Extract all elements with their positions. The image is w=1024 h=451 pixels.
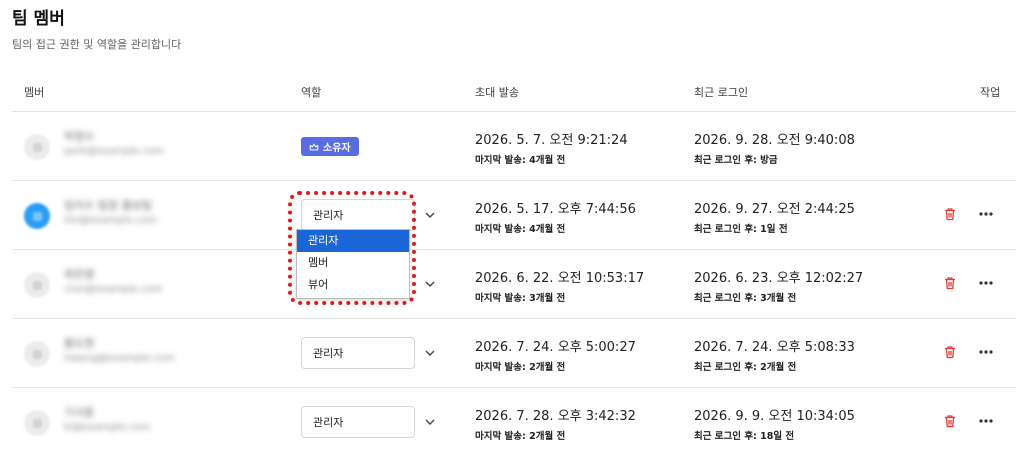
table-row: 박정수 park@example.com 소유자 2026. 5. 7. 오전 … (12, 112, 1016, 181)
page-title: 팀 멤버 (12, 9, 65, 29)
column-actions: 작업 (980, 86, 1001, 99)
role-select-value: 관리자 (313, 209, 344, 222)
login-date: 2026. 6. 23. 오후 12:02:27 (694, 271, 864, 286)
column-member: 멤버 (24, 86, 45, 99)
chevron-down-icon[interactable] (422, 207, 438, 223)
chevron-down-icon[interactable] (422, 345, 438, 361)
invite-date: 2026. 7. 28. 오후 3:42:32 (475, 409, 636, 424)
member-name: 황도현 (64, 337, 95, 350)
invite-last-sent: 마지막 발송: 3개월 전 (475, 293, 566, 304)
avatar (24, 272, 50, 298)
member-email: park@example.com (64, 146, 164, 157)
login-relative: 최근 로그인 후: 2개월 전 (694, 362, 797, 373)
invite-last-sent: 마지막 발송: 2개월 전 (475, 431, 566, 442)
table-row: 황도현 hwang@example.com 관리자 2026. 7. 24. 오… (12, 319, 1016, 388)
invite-date: 2026. 7. 24. 오후 5:00:27 (475, 340, 636, 355)
member-email: hwang@example.com (64, 353, 175, 364)
invite-last-sent: 마지막 발송: 4개월 전 (475, 224, 566, 235)
table-row: 기서윤 ki@example.com 관리자 2026. 7. 28. 오후 3… (12, 388, 1016, 451)
trash-icon[interactable] (942, 206, 958, 222)
more-horizontal-icon[interactable] (976, 205, 996, 223)
login-relative: 최근 로그인 후: 1일 전 (694, 224, 788, 235)
invite-date: 2026. 6. 22. 오전 10:53:17 (475, 271, 645, 286)
owner-badge-label: 소유자 (323, 143, 351, 154)
avatar (24, 410, 50, 436)
login-date: 2026. 9. 27. 오전 2:44:25 (694, 202, 855, 217)
member-email: ki@example.com (64, 422, 151, 433)
trash-icon[interactable] (942, 344, 958, 360)
member-email: lim@example.com (64, 215, 157, 226)
avatar (24, 203, 50, 229)
member-email: choi@example.com (64, 284, 163, 295)
member-name: 최은영 (64, 268, 95, 281)
page-subtitle: 팀의 접근 권한 및 역할을 관리합니다 (12, 38, 182, 51)
more-horizontal-icon[interactable] (976, 343, 996, 361)
role-select[interactable]: 관리자 (301, 199, 415, 231)
dropdown-option-admin[interactable]: 관리자 (297, 230, 409, 252)
crown-icon (309, 143, 319, 150)
member-name: 임지수 팀장 홍보팀 (64, 199, 152, 212)
chevron-down-icon[interactable] (422, 276, 438, 292)
login-date: 2026. 9. 28. 오전 9:40:08 (694, 133, 855, 148)
trash-icon[interactable] (942, 275, 958, 291)
chevron-down-icon[interactable] (422, 414, 438, 430)
login-relative: 최근 로그인 후: 18일 전 (694, 431, 795, 442)
login-date: 2026. 9. 9. 오전 10:34:05 (694, 409, 855, 424)
page-header: 팀 멤버 팀의 접근 권한 및 역할을 관리합니다 (12, 8, 181, 52)
role-dropdown-menu: 관리자 멤버 뷰어 (296, 229, 410, 299)
more-horizontal-icon[interactable] (976, 412, 996, 430)
member-name: 기서윤 (64, 406, 95, 419)
role-select-value: 관리자 (313, 347, 344, 360)
invite-date: 2026. 5. 7. 오전 9:21:24 (475, 133, 628, 148)
trash-icon[interactable] (942, 413, 958, 429)
invite-date: 2026. 5. 17. 오후 7:44:56 (475, 202, 636, 217)
more-horizontal-icon[interactable] (976, 274, 996, 292)
member-name: 박정수 (64, 130, 95, 143)
dropdown-option-member[interactable]: 멤버 (297, 252, 409, 274)
owner-badge: 소유자 (301, 137, 359, 156)
table-row: 임지수 팀장 홍보팀 lim@example.com 관리자 2026. 5. … (12, 181, 1016, 250)
invite-last-sent: 마지막 발송: 4개월 전 (475, 155, 566, 166)
avatar (24, 134, 50, 160)
role-select[interactable]: 관리자 (301, 406, 415, 438)
login-relative: 최근 로그인 후: 방금 (694, 155, 778, 166)
role-select-value: 관리자 (313, 416, 344, 429)
login-date: 2026. 7. 24. 오후 5:08:33 (694, 340, 855, 355)
table-row: 최은영 choi@example.com 2026. 6. 22. 오전 10:… (12, 250, 1016, 319)
avatar (24, 341, 50, 367)
role-select[interactable]: 관리자 (301, 337, 415, 369)
column-role: 역할 (301, 86, 322, 99)
login-relative: 최근 로그인 후: 3개월 전 (694, 293, 797, 304)
dropdown-option-viewer[interactable]: 뷰어 (297, 274, 409, 296)
column-invite-sent: 초대 발송 (475, 86, 519, 99)
table-header: 멤버 역할 초대 발송 최근 로그인 작업 (12, 72, 1016, 112)
members-table: 멤버 역할 초대 발송 최근 로그인 작업 박정수 park@example.c… (12, 72, 1016, 451)
column-last-login: 최근 로그인 (694, 86, 749, 99)
invite-last-sent: 마지막 발송: 2개월 전 (475, 362, 566, 373)
